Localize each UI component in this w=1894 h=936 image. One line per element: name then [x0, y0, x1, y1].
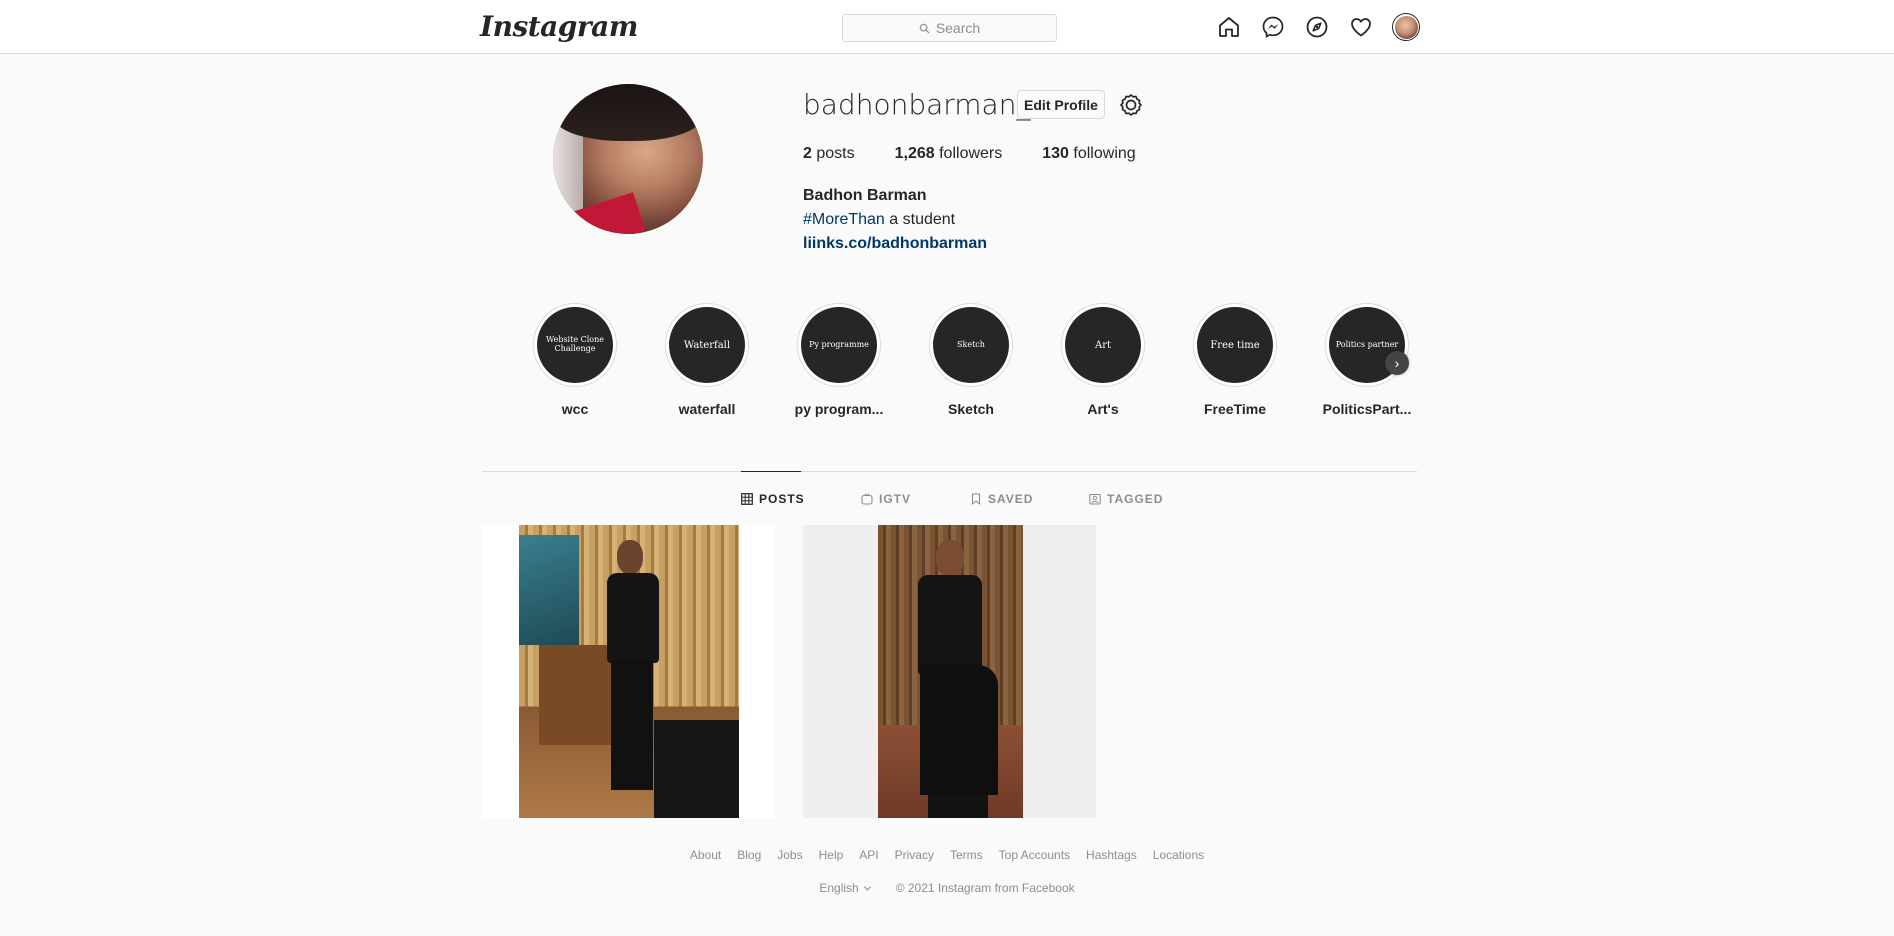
- bio-text: a student: [889, 211, 956, 228]
- highlight-label: Sketch: [948, 401, 994, 417]
- footer-link[interactable]: Help: [819, 848, 844, 862]
- followers-stat[interactable]: 1,268 followers: [895, 145, 1003, 163]
- footer-link[interactable]: About: [690, 848, 721, 862]
- nav-icons: [1216, 13, 1420, 41]
- igtv-icon: [861, 493, 873, 505]
- post-thumbnail[interactable]: [482, 525, 775, 818]
- profile-picture[interactable]: [553, 84, 703, 234]
- highlight-cover: Free time: [1197, 307, 1273, 383]
- copyright-text: © 2021 Instagram from Facebook: [895, 881, 1075, 895]
- story-highlights: Website Clone Challenge wcc Waterfall wa…: [520, 303, 1420, 423]
- posts-stat: 2 posts: [803, 145, 855, 162]
- highlight-label: wcc: [561, 401, 589, 417]
- tab-label: IGTV: [879, 492, 912, 506]
- highlight-sketch[interactable]: Sketch Sketch: [916, 303, 1026, 417]
- photo-box: [654, 720, 739, 818]
- post-photo: [519, 525, 739, 818]
- highlight-cover: Py programme: [801, 307, 877, 383]
- photo-hair: [553, 84, 703, 141]
- highlights-next-arrow-icon[interactable]: ›: [1385, 351, 1409, 375]
- profile-username: badhonbarman_: [803, 88, 1031, 121]
- footer-link[interactable]: Top Accounts: [999, 848, 1070, 862]
- highlight-wcc[interactable]: Website Clone Challenge wcc: [520, 303, 630, 417]
- grid-icon: [741, 493, 753, 505]
- highlight-waterfall[interactable]: Waterfall waterfall: [652, 303, 762, 417]
- search-icon: [919, 23, 930, 34]
- tab-label: POSTS: [759, 492, 805, 506]
- search-box[interactable]: Search: [842, 14, 1057, 42]
- bookmark-icon: [971, 493, 981, 505]
- highlight-label: waterfall: [678, 401, 736, 417]
- tab-label: TAGGED: [1107, 492, 1164, 506]
- chevron-down-icon: [863, 885, 871, 891]
- post-photo: [878, 525, 1023, 818]
- home-icon[interactable]: [1216, 14, 1242, 40]
- post-thumbnail[interactable]: [803, 525, 1096, 818]
- photo-person: [599, 535, 659, 805]
- tab-posts[interactable]: POSTS: [741, 492, 805, 506]
- footer-link[interactable]: Locations: [1153, 848, 1204, 862]
- highlight-cover: Website Clone Challenge: [537, 307, 613, 383]
- edit-profile-button[interactable]: Edit Profile: [1017, 90, 1105, 119]
- bio-hashtag[interactable]: #MoreThan: [803, 211, 885, 228]
- tab-label: SAVED: [988, 492, 1034, 506]
- avatar-image: [1394, 15, 1418, 39]
- messenger-icon[interactable]: [1260, 14, 1286, 40]
- highlight-py-programme[interactable]: Py programme py program...: [784, 303, 894, 417]
- footer-link[interactable]: Blog: [737, 848, 761, 862]
- tabs-divider: [482, 471, 1417, 472]
- activity-heart-icon[interactable]: [1348, 14, 1374, 40]
- highlight-label: PoliticsPart...: [1322, 401, 1412, 417]
- instagram-logo[interactable]: Instagram: [480, 10, 638, 43]
- profile-bio: #MoreThan a student: [803, 211, 955, 229]
- footer-link[interactable]: Jobs: [777, 848, 802, 862]
- settings-gear-icon[interactable]: [1118, 92, 1144, 118]
- footer-link[interactable]: Hashtags: [1086, 848, 1137, 862]
- active-tab-indicator: [741, 471, 801, 472]
- footer-bottom: English © 2021 Instagram from Facebook: [0, 881, 1894, 895]
- profile-full-name: Badhon Barman: [803, 187, 927, 204]
- highlight-label: Art's: [1087, 401, 1119, 417]
- top-navigation-bar: Instagram Search: [0, 0, 1894, 54]
- highlight-art[interactable]: Art Art's: [1048, 303, 1158, 417]
- profile-avatar[interactable]: [1392, 13, 1420, 41]
- footer-link[interactable]: Terms: [950, 848, 983, 862]
- tab-tagged[interactable]: TAGGED: [1089, 492, 1163, 506]
- explore-icon[interactable]: [1304, 14, 1330, 40]
- profile-stats: 2 posts 1,268 followers 130 following: [803, 145, 1176, 163]
- highlight-cover: Waterfall: [669, 307, 745, 383]
- highlight-label: py program...: [794, 401, 884, 417]
- profile-website-link[interactable]: liinks.co/badhonbarman: [803, 235, 987, 253]
- language-selector[interactable]: English: [819, 881, 871, 895]
- tab-saved[interactable]: SAVED: [970, 492, 1033, 506]
- tagged-person-icon: [1089, 493, 1101, 505]
- highlight-cover: Sketch: [933, 307, 1009, 383]
- following-stat[interactable]: 130 following: [1042, 145, 1135, 163]
- highlight-freetime[interactable]: Free time FreeTime: [1180, 303, 1290, 417]
- tab-igtv[interactable]: IGTV: [861, 492, 911, 506]
- highlight-cover: Art: [1065, 307, 1141, 383]
- footer-links: About Blog Jobs Help API Privacy Terms T…: [0, 848, 1894, 862]
- search-placeholder: Search: [935, 20, 981, 36]
- highlight-label: FreeTime: [1204, 401, 1266, 417]
- photo-window: [519, 535, 579, 645]
- language-value: English: [819, 881, 859, 895]
- footer-link[interactable]: Privacy: [895, 848, 934, 862]
- footer-link[interactable]: API: [859, 848, 878, 862]
